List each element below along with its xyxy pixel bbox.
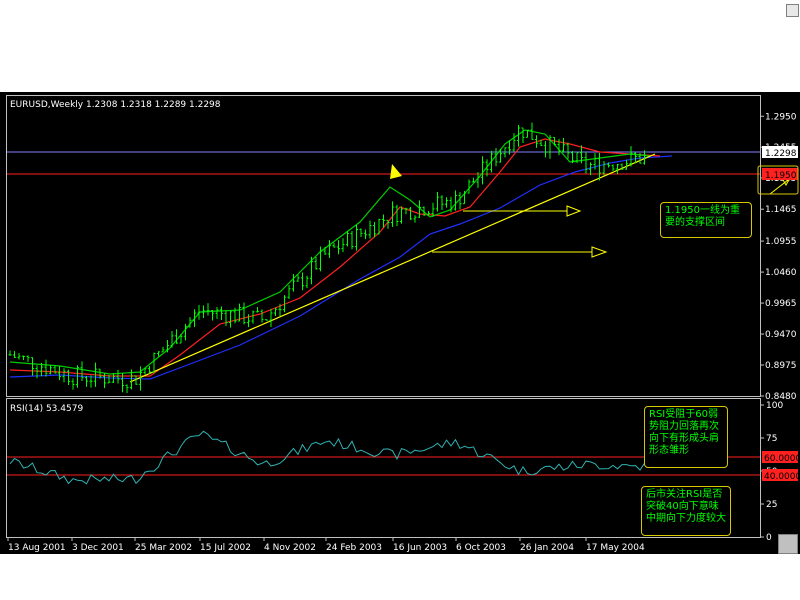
time-axis-label: 4 Nov 2002 <box>264 543 316 553</box>
app-title-area <box>0 0 800 92</box>
scroll-right-button[interactable] <box>778 534 798 554</box>
support-price-tag-text: 1.1950 <box>765 171 797 181</box>
rsi-axis-label: 0 <box>766 533 772 543</box>
time-axis-label: 15 Jul 2002 <box>200 543 251 553</box>
time-axis-label: 13 Aug 2001 <box>8 543 66 553</box>
price-axis-label: 1.2950 <box>765 112 797 122</box>
time-axis-label: 17 May 2004 <box>586 543 645 553</box>
time-axis-label: 25 Mar 2002 <box>135 543 192 553</box>
price-axis-label: 0.8975 <box>765 361 797 371</box>
arrow-lower <box>432 246 608 258</box>
time-axis-label: 3 Dec 2001 <box>72 543 124 553</box>
price-candles <box>8 122 646 393</box>
time-axis: 13 Aug 2001 3 Dec 2001 25 Mar 2002 15 Jul 2… <box>7 537 645 553</box>
peak-marker-arrow <box>390 164 402 179</box>
price-axis-label: 0.9965 <box>765 299 797 309</box>
chart-window[interactable]: 1.29501.24551.19651.14651.09551.04600.99… <box>0 92 800 554</box>
current-price-tag-text: 1.2298 <box>765 149 797 159</box>
window-close-button[interactable] <box>786 4 799 17</box>
price-axis-label: 0.9470 <box>765 330 797 340</box>
price-pane-border <box>6 95 761 397</box>
arrow-upper <box>463 205 582 217</box>
support-annotation: 1.1950一线为重要的支撑区间 <box>660 202 752 238</box>
rsi-40-tag-text: 40.0000 <box>764 472 800 482</box>
rsi-line <box>9 430 651 485</box>
rsi-axis-label: 75 <box>766 434 777 444</box>
price-axis-label: 1.0955 <box>765 237 797 247</box>
time-axis-label: 24 Feb 2003 <box>326 543 382 553</box>
time-axis-label: 6 Oct 2003 <box>456 543 506 553</box>
rsi-axis-label: 100 <box>766 401 783 411</box>
time-axis-label: 16 Jun 2003 <box>393 543 447 553</box>
price-axis-label: 1.1465 <box>765 205 797 215</box>
ma-mid-line <box>9 138 661 377</box>
price-axis-label: 1.0460 <box>765 268 797 278</box>
rsi-60-tag-text: 60.0000 <box>764 454 800 464</box>
rsi-axis-label: 25 <box>766 500 777 510</box>
rsi-annotation-1: RSI受阻于60弱势阻力回落再次向下有形成头肩形态雏形 <box>644 406 728 468</box>
chart-svg[interactable]: 1.29501.24551.19651.14651.09551.04600.99… <box>0 92 800 554</box>
rsi-annotation-2: 后市关注RSI是否突破40向下意味中期向下力度较大 <box>641 486 731 536</box>
time-axis-label: 26 Jan 2004 <box>520 543 574 553</box>
rsi-pane-title: RSI(14) 53.4579 <box>10 404 83 414</box>
status-area <box>0 554 800 600</box>
price-pane-title: EURUSD,Weekly 1.2308 1.2318 1.2289 1.229… <box>10 100 221 110</box>
